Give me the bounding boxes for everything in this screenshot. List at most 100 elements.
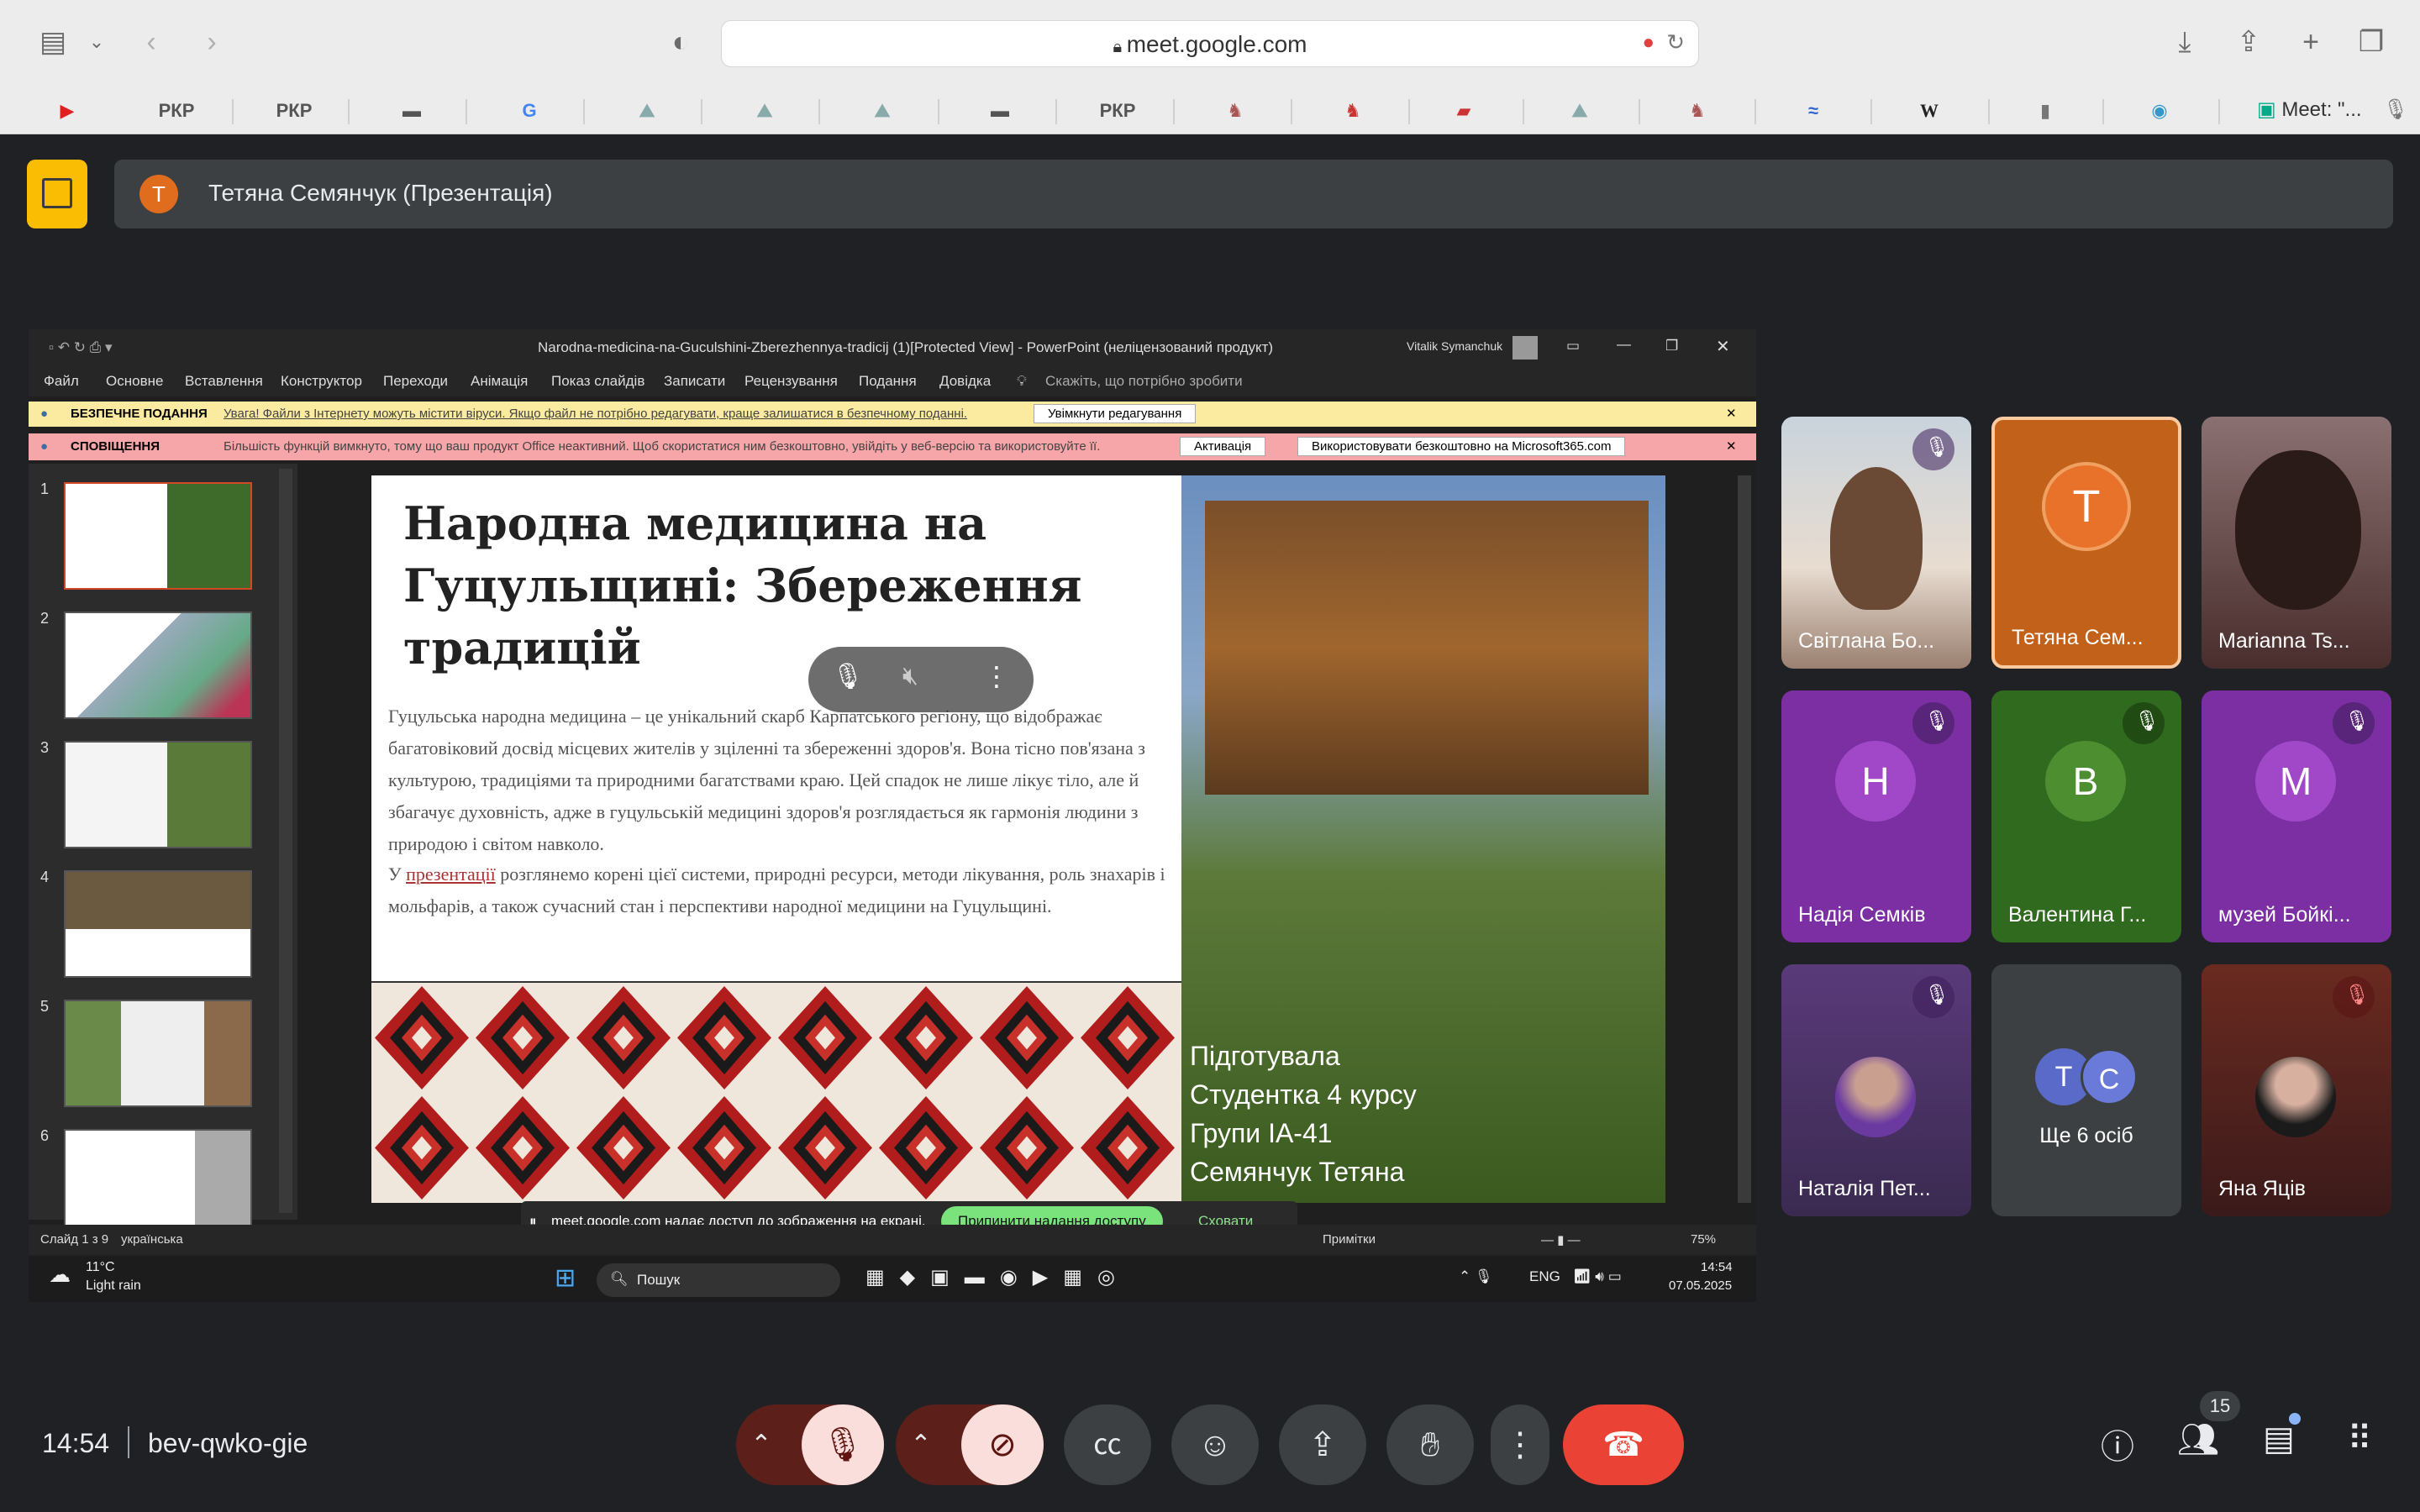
participant-tile[interactable]: В 🎙︎ Валентина Г... [1991, 690, 2181, 942]
participant-name: музей Бойкі... [2218, 903, 2351, 927]
tab-overview-icon[interactable]: ❐ [2353, 25, 2390, 59]
participant-tile[interactable]: Marianna Ts... [2202, 417, 2391, 669]
menu-insert: Вставлення [185, 373, 263, 389]
slide: Народна медицина на Гуцульщині: Збережен… [371, 475, 1665, 1203]
participant-tile[interactable]: 🎙︎ Наталія Пет... [1781, 964, 1971, 1216]
tray-status-icons: 📶︎ 🔊︎ ▭ [1573, 1268, 1622, 1284]
info-icon: ● [40, 407, 49, 421]
present-button[interactable]: ⇪ [1279, 1404, 1366, 1485]
tray-date: 07.05.2025 [1669, 1278, 1733, 1293]
youtube-icon[interactable]: ▶ [42, 97, 92, 124]
camera-control: ⌃ ⊘ [896, 1404, 1044, 1485]
bookmark-c-icon[interactable]: ◉ [2134, 97, 2185, 124]
windows-taskbar: ☁︎ 11°C Light rain ⊞ 🔍︎ Пошук ▦◆▣▬◉▶▦◎ ⌃… [29, 1257, 1756, 1302]
menu-file: Файл [44, 373, 79, 389]
forward-icon[interactable]: › [195, 25, 229, 59]
more-participants: Ще 6 осіб [2039, 1124, 2133, 1147]
menu-home: Основне [106, 373, 164, 389]
back-icon[interactable]: ‹ [134, 25, 168, 59]
bookmark-map-icon[interactable]: ⛰ [1555, 97, 1605, 124]
bookmark-horse-icon[interactable]: ♞ [1210, 97, 1260, 124]
mic-off-icon: 🎙︎ [2333, 702, 2375, 744]
mic-off-icon: 🎙︎ [1912, 428, 1954, 470]
participant-tile[interactable]: М 🎙︎ музей Бойкі... [2202, 690, 2391, 942]
raise-hand-button[interactable]: ✋︎ [1386, 1404, 1474, 1485]
people-icon[interactable]: 👥︎ [2175, 1420, 2222, 1467]
participant-tile[interactable]: 🎙︎ Світлана Бо... [1781, 417, 1971, 669]
bookmark-flag-icon[interactable]: ▬ [975, 97, 1025, 124]
bookmark-wikipedia[interactable]: W [1904, 97, 1954, 124]
close-icon: ✕ [1716, 338, 1730, 356]
reactions-button[interactable]: ☺ [1171, 1404, 1259, 1485]
presentation-stop-icon[interactable] [27, 160, 87, 228]
mic-icon[interactable]: ● [1643, 31, 1655, 55]
menu-transitions: Переходи [383, 373, 449, 389]
shield-icon[interactable]: ◐ [664, 25, 697, 59]
captions-button[interactable]: ㏄ [1064, 1404, 1151, 1485]
search-icon: 🔍︎ [610, 1271, 629, 1287]
mic-toggle-button[interactable]: 🎙︎ [802, 1404, 884, 1485]
chat-icon[interactable]: ▤ [2255, 1420, 2302, 1467]
participant-photo [1835, 1057, 1916, 1137]
bookmark-rkr-2[interactable]: РКР [269, 97, 319, 124]
weather-icon: ☁︎ [49, 1262, 71, 1287]
participant-tile[interactable]: Т Тетяна Сем... [1991, 417, 2181, 669]
bookmark-flag-icon[interactable]: ▬ [387, 97, 437, 124]
participant-tile[interactable]: 🎙︎ Яна Яців [2202, 964, 2391, 1216]
taskbar-apps: ▦◆▣▬◉▶▦◎ [865, 1266, 1130, 1289]
leave-call-button[interactable]: ☎︎ [1563, 1404, 1684, 1485]
divider [1754, 99, 1756, 124]
tab-mic-icon: 🎙︎ [2383, 98, 2409, 121]
bookmark-i-icon[interactable]: ▮ [2020, 97, 2070, 124]
download-icon[interactable]: ⤓ [2166, 25, 2203, 59]
minimize-icon: — [1617, 336, 1631, 352]
menu-design: Конструктор [281, 373, 362, 389]
participant-name: Світлана Бо... [1798, 629, 1935, 653]
bookmark-map-icon[interactable]: ⛰ [857, 97, 908, 124]
activities-icon[interactable]: ⠿ [2336, 1420, 2383, 1467]
people-count-badge: 15 [2200, 1391, 2240, 1421]
camera-options-chevron-icon[interactable]: ⌃ [896, 1404, 946, 1485]
slide-thumb-3 [64, 741, 252, 848]
bookmark-google[interactable]: G [504, 97, 555, 124]
new-tab-icon[interactable]: + [2292, 25, 2329, 59]
participant-tile[interactable]: Т С Ще 6 осіб [1991, 964, 2181, 1216]
bookmark-rkr-1[interactable]: РКР [151, 97, 202, 124]
mic-off-icon: 🎙︎ [1912, 976, 1954, 1018]
menu-record: Записати [664, 373, 726, 389]
slide-body-2: У презентації розглянемо корені цієї сис… [388, 864, 1165, 916]
participant-tile[interactable]: Н 🎙︎ Надія Семків [1781, 690, 1971, 942]
chevron-down-icon[interactable]: ⌄ [84, 25, 109, 59]
bookmark-book-icon[interactable]: ▰ [1439, 97, 1489, 124]
share-icon[interactable]: ⇪ [2230, 25, 2267, 59]
ribbon-display-icon: ▭ [1566, 338, 1581, 354]
mic-options-chevron-icon[interactable]: ⌃ [736, 1404, 786, 1485]
bookmark-emblem-icon[interactable]: ♞ [1328, 97, 1378, 124]
bookmark-map-icon[interactable]: ⛰ [622, 97, 672, 124]
divider [701, 99, 702, 124]
reload-icon[interactable]: ↻ [1666, 29, 1685, 55]
thumb-num: 1 [40, 480, 50, 497]
divider [232, 99, 234, 124]
mic-off-icon: 🎙︎ [821, 1426, 865, 1463]
divider [583, 99, 585, 124]
more-vert-icon: ⋮ [1503, 1426, 1537, 1463]
camera-toggle-button[interactable]: ⊘ [961, 1404, 1044, 1485]
bookmark-horse-icon[interactable]: ♞ [1672, 97, 1723, 124]
hand-icon: ✋︎ [1420, 1426, 1440, 1463]
more-options-button[interactable]: ⋮ [1491, 1404, 1549, 1485]
participant-video [1830, 467, 1923, 610]
avatar: Т [2042, 462, 2131, 551]
tab-meet[interactable]: ▣ Meet: "... [2257, 97, 2362, 122]
menu-slideshow: Показ слайдів [551, 373, 645, 389]
bookmark-map-icon[interactable]: ⛰ [739, 97, 790, 124]
bookmark-rkr-3[interactable]: РКР [1092, 97, 1143, 124]
hang-up-icon: ☎︎ [1602, 1426, 1644, 1463]
meet-icon: ▣ [2257, 98, 2282, 121]
bookmark-wave-icon[interactable]: ≈ [1788, 97, 1839, 124]
address-bar[interactable]: 🔒︎ meet.google.com ● ↻ [721, 20, 1699, 67]
sidebar-toggle-icon[interactable]: ▤ [32, 25, 74, 59]
presenter-label: Тетяна Семянчук (Презентація) [208, 180, 553, 206]
thumb-num: 2 [40, 610, 50, 627]
meeting-info-icon[interactable]: ⓘ [2094, 1420, 2141, 1467]
